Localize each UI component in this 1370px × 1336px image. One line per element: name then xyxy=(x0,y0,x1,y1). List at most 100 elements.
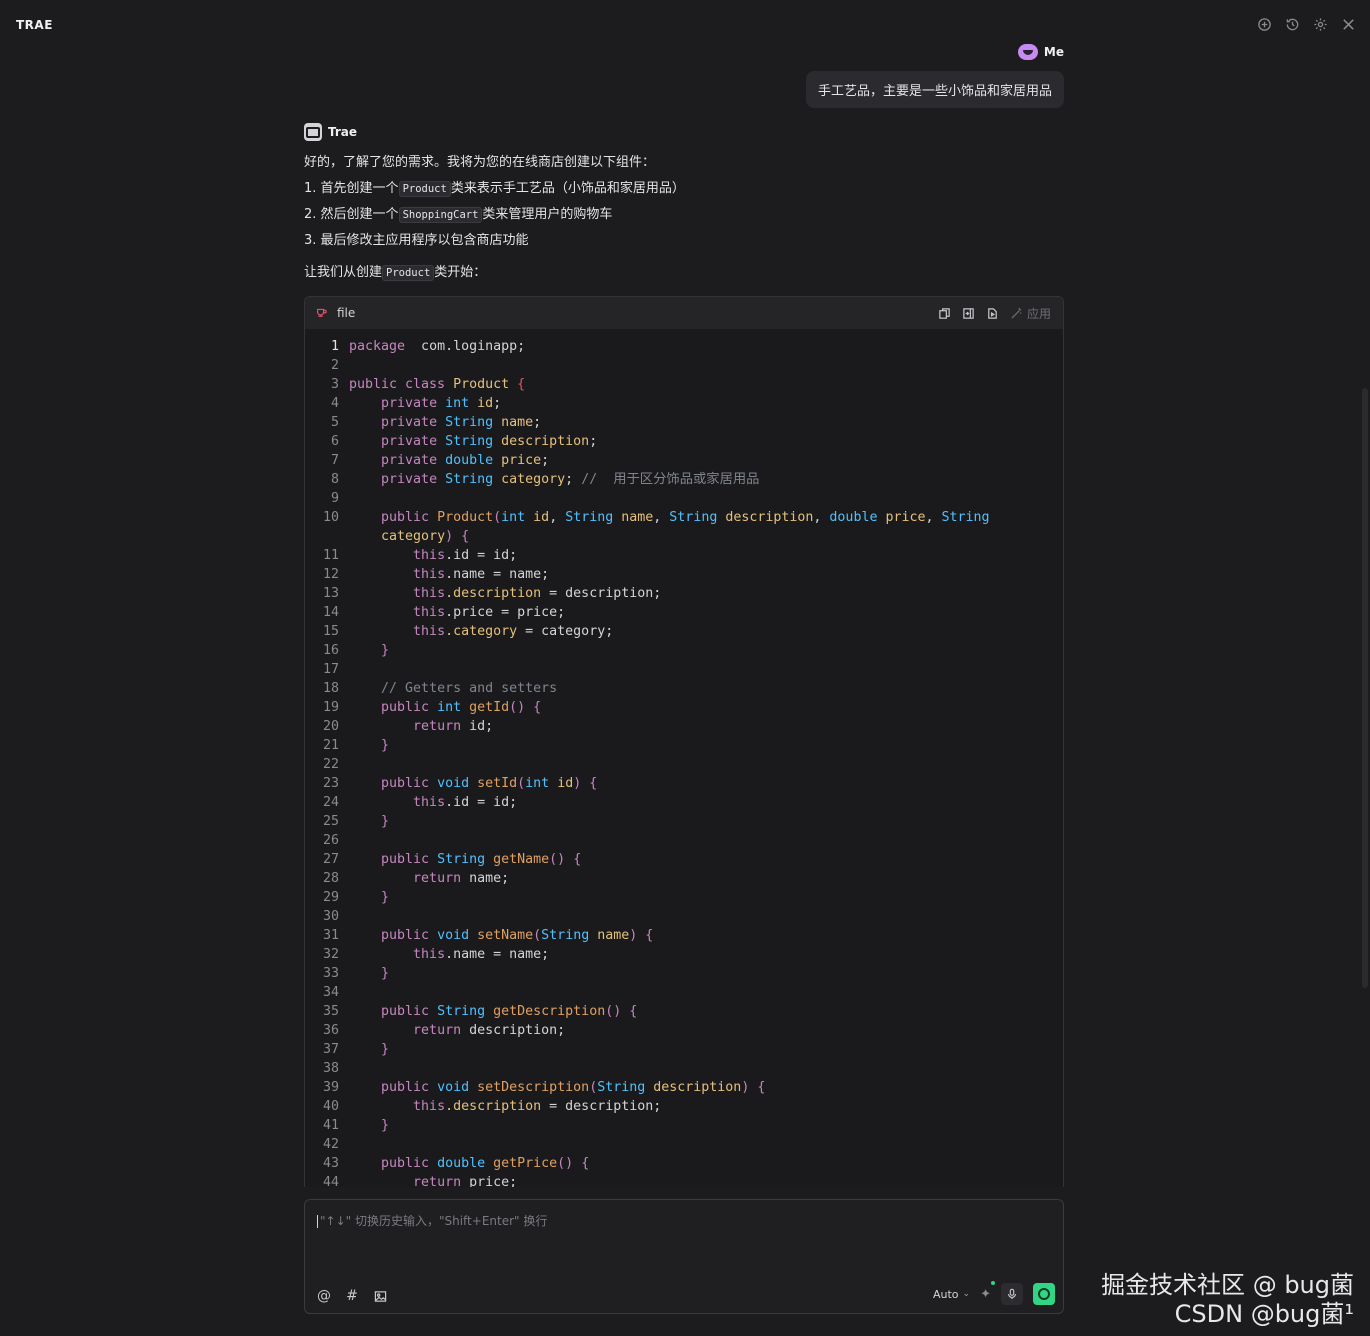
code-text: public String getName() { xyxy=(381,852,582,867)
assistant-avatar xyxy=(304,123,322,141)
code-line: 8 private String category; // 用于区分饰品或家居用… xyxy=(305,470,1063,489)
code-line: 16 } xyxy=(305,641,1063,660)
watermark: 掘金技术社区 @ bug菌 CSDN @bug菌¹ xyxy=(1101,1270,1354,1328)
input-right-tools: Auto ⌄ ✦ xyxy=(933,1280,1055,1305)
code-text: this.name = name; xyxy=(413,947,550,962)
send-button[interactable] xyxy=(1033,1283,1055,1305)
code-text: private String name; xyxy=(381,415,542,430)
line-number: 30 xyxy=(322,909,339,924)
code-text: this.name = name; xyxy=(413,567,550,582)
code-text: public class Product { xyxy=(349,377,526,392)
apply-button[interactable]: 应用 xyxy=(1010,305,1051,322)
file-type-icon xyxy=(315,306,329,321)
line-number: 35 xyxy=(322,1004,339,1019)
run-icon[interactable] xyxy=(986,307,1000,321)
input-left-tools: @ # xyxy=(317,1288,387,1304)
chat-input-box[interactable]: "↑↓" 切换历史输入，"Shift+Enter" 换行 @ # Auto ⌄ … xyxy=(304,1199,1064,1314)
line-number: 22 xyxy=(322,757,339,772)
code-line: 10 public Product(int id, String name, S… xyxy=(305,508,1063,527)
history-icon[interactable] xyxy=(1284,16,1300,32)
header-actions xyxy=(1256,16,1356,32)
code-line: 39 public void setDescription(String des… xyxy=(305,1078,1063,1097)
model-selector[interactable]: Auto ⌄ xyxy=(933,1288,970,1301)
code-text: } xyxy=(381,1118,390,1133)
code-line: 32 this.name = name; xyxy=(305,945,1063,964)
code-line: 6 private String description; xyxy=(305,432,1063,451)
line-number: 17 xyxy=(322,662,339,677)
chevron-down-icon: ⌄ xyxy=(962,1289,971,1299)
code-actions: 应用 xyxy=(938,305,1051,322)
line-number: 1 xyxy=(330,339,339,354)
code-text: public Product(int id, String name, Stri… xyxy=(381,510,990,525)
code-text: public void setId(int id) { xyxy=(381,776,598,791)
line-number: 7 xyxy=(330,453,339,468)
line-number: 31 xyxy=(322,928,339,943)
step-item: 2. 然后创建一个 ShoppingCart 类来管理用户的购物车 xyxy=(304,207,613,223)
mention-icon[interactable]: @ xyxy=(317,1288,331,1304)
code-text: this.id = id; xyxy=(413,795,518,810)
hashtag-icon[interactable]: # xyxy=(345,1288,359,1304)
close-icon[interactable] xyxy=(1340,16,1356,32)
code-line: 24 this.id = id; xyxy=(305,793,1063,812)
inline-code: Product xyxy=(382,265,435,281)
code-line: 20 return id; xyxy=(305,717,1063,736)
code-line: 2 xyxy=(305,356,1063,375)
code-line: 15 this.category = category; xyxy=(305,622,1063,641)
microphone-icon[interactable] xyxy=(1001,1283,1023,1305)
assistant-lead: 让我们从创建 Product 类开始： xyxy=(304,265,487,281)
line-number: 12 xyxy=(322,567,339,582)
code-editor[interactable]: 1 package com.loginapp; 2 3 public class Pro… xyxy=(305,337,1063,1187)
line-number: 33 xyxy=(322,966,339,981)
app-brand: TRAE xyxy=(16,18,53,32)
code-text: private double price; xyxy=(381,453,550,468)
line-number: 38 xyxy=(322,1061,339,1076)
apply-label: 应用 xyxy=(1026,307,1051,321)
insert-icon[interactable] xyxy=(962,307,976,321)
code-line: 38 xyxy=(305,1059,1063,1078)
code-text: package com.loginapp; xyxy=(349,339,526,354)
code-line: 18 // Getters and setters xyxy=(305,679,1063,698)
copy-icon[interactable] xyxy=(938,307,952,321)
step-item: 3. 最后修改主应用程序以包含商店功能 xyxy=(304,233,529,248)
sparkle-icon[interactable]: ✦ xyxy=(980,1280,995,1302)
code-line: 29 } xyxy=(305,888,1063,907)
code-text: public double getPrice() { xyxy=(381,1156,590,1171)
line-number: 39 xyxy=(322,1080,339,1095)
code-line: category) { xyxy=(305,527,1063,546)
title-bar: TRAE xyxy=(0,0,1370,50)
code-text: public void setName(String name) { xyxy=(381,928,654,943)
new-chat-icon[interactable] xyxy=(1256,16,1272,32)
line-number: 24 xyxy=(322,795,339,810)
settings-icon[interactable] xyxy=(1312,16,1328,32)
chat-input-placeholder[interactable]: "↑↓" 切换历史输入，"Shift+Enter" 换行 xyxy=(317,1212,547,1229)
line-number: 21 xyxy=(322,738,339,753)
line-number: 43 xyxy=(322,1156,339,1171)
code-text: return id; xyxy=(413,719,494,734)
line-number: 8 xyxy=(330,472,339,487)
step-item: 1. 首先创建一个 Product 类来表示手工艺品（小饰品和家居用品） xyxy=(304,181,685,197)
code-text: private String description; xyxy=(381,434,598,449)
line-number: 6 xyxy=(330,434,339,449)
code-text: this.category = category; xyxy=(413,624,614,639)
line-number: 41 xyxy=(322,1118,339,1133)
code-line: 9 xyxy=(305,489,1063,508)
chat-scrollbar[interactable] xyxy=(1362,388,1368,988)
line-number: 27 xyxy=(322,852,339,867)
code-line: 19 public int getId() { xyxy=(305,698,1063,717)
image-icon[interactable] xyxy=(373,1289,387,1303)
code-text: private int id; xyxy=(381,396,502,411)
code-line: 41 } xyxy=(305,1116,1063,1135)
code-line: 31 public void setName(String name) { xyxy=(305,926,1063,945)
line-number: 40 xyxy=(322,1099,339,1114)
line-number: 23 xyxy=(322,776,339,791)
code-line: 3 public class Product { xyxy=(305,375,1063,394)
code-text: } xyxy=(381,738,390,753)
code-line: 34 xyxy=(305,983,1063,1002)
line-number: 37 xyxy=(322,1042,339,1057)
line-number: 18 xyxy=(322,681,339,696)
code-line: 12 this.name = name; xyxy=(305,565,1063,584)
code-line: 17 xyxy=(305,660,1063,679)
code-line: 33 } xyxy=(305,964,1063,983)
